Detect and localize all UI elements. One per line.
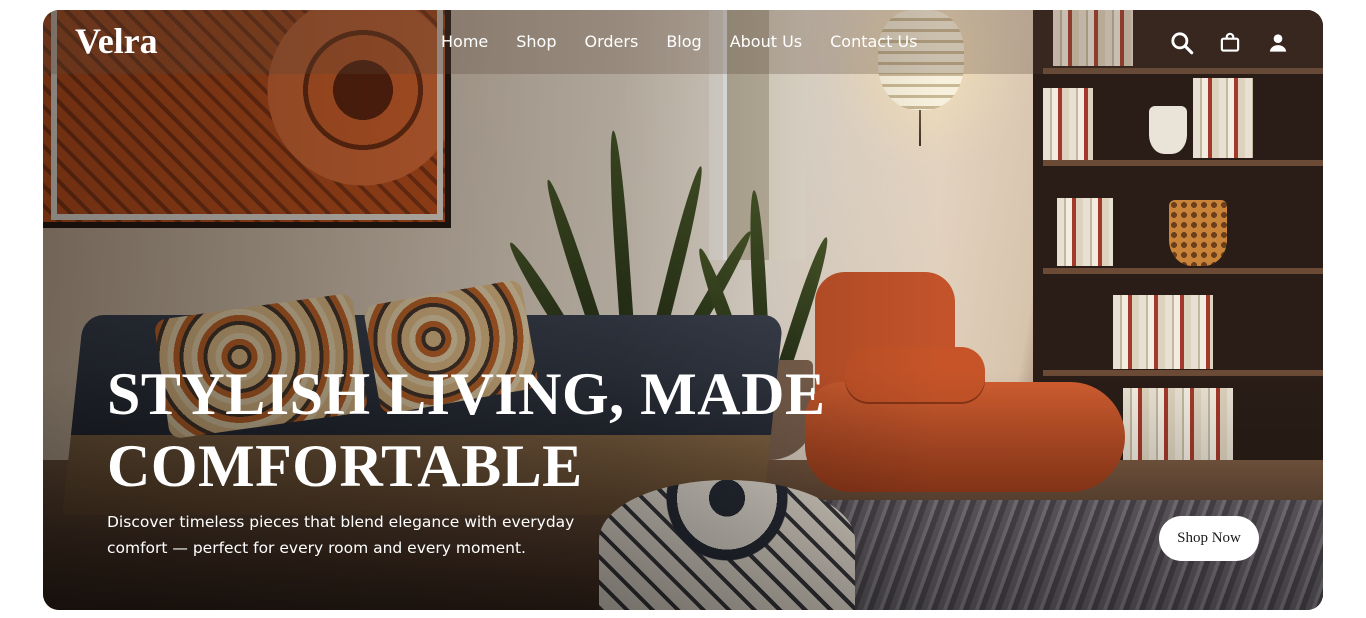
hero-subtitle-line1: Discover timeless pieces that blend eleg… (107, 513, 575, 531)
hero-headline: STYLISH LIVING, MADE COMFORTABLE (107, 358, 867, 502)
hero-subtitle-line2: comfort — perfect for every room and eve… (107, 539, 526, 557)
main-nav: Home Shop Orders Blog About Us Contact U… (441, 32, 918, 51)
hero-banner: Velra Home Shop Orders Blog About Us Con… (43, 10, 1323, 610)
navbar: Velra Home Shop Orders Blog About Us Con… (43, 10, 1323, 74)
nav-link-contact[interactable]: Contact Us (830, 32, 917, 51)
hero-headline-line2: COMFORTABLE (107, 433, 583, 499)
shop-now-button[interactable]: Shop Now (1159, 516, 1259, 561)
nav-link-home[interactable]: Home (441, 32, 488, 51)
brand-logo[interactable]: Velra (75, 20, 158, 62)
shopping-bag-icon[interactable] (1217, 30, 1243, 56)
nav-link-orders[interactable]: Orders (585, 32, 639, 51)
search-icon[interactable] (1169, 30, 1195, 56)
nav-link-shop[interactable]: Shop (516, 32, 556, 51)
nav-link-blog[interactable]: Blog (666, 32, 701, 51)
header-actions (1169, 30, 1291, 56)
hero-subtitle: Discover timeless pieces that blend eleg… (107, 509, 587, 561)
user-icon[interactable] (1265, 30, 1291, 56)
nav-link-about[interactable]: About Us (730, 32, 802, 51)
hero-headline-line1: STYLISH LIVING, MADE (107, 361, 826, 427)
